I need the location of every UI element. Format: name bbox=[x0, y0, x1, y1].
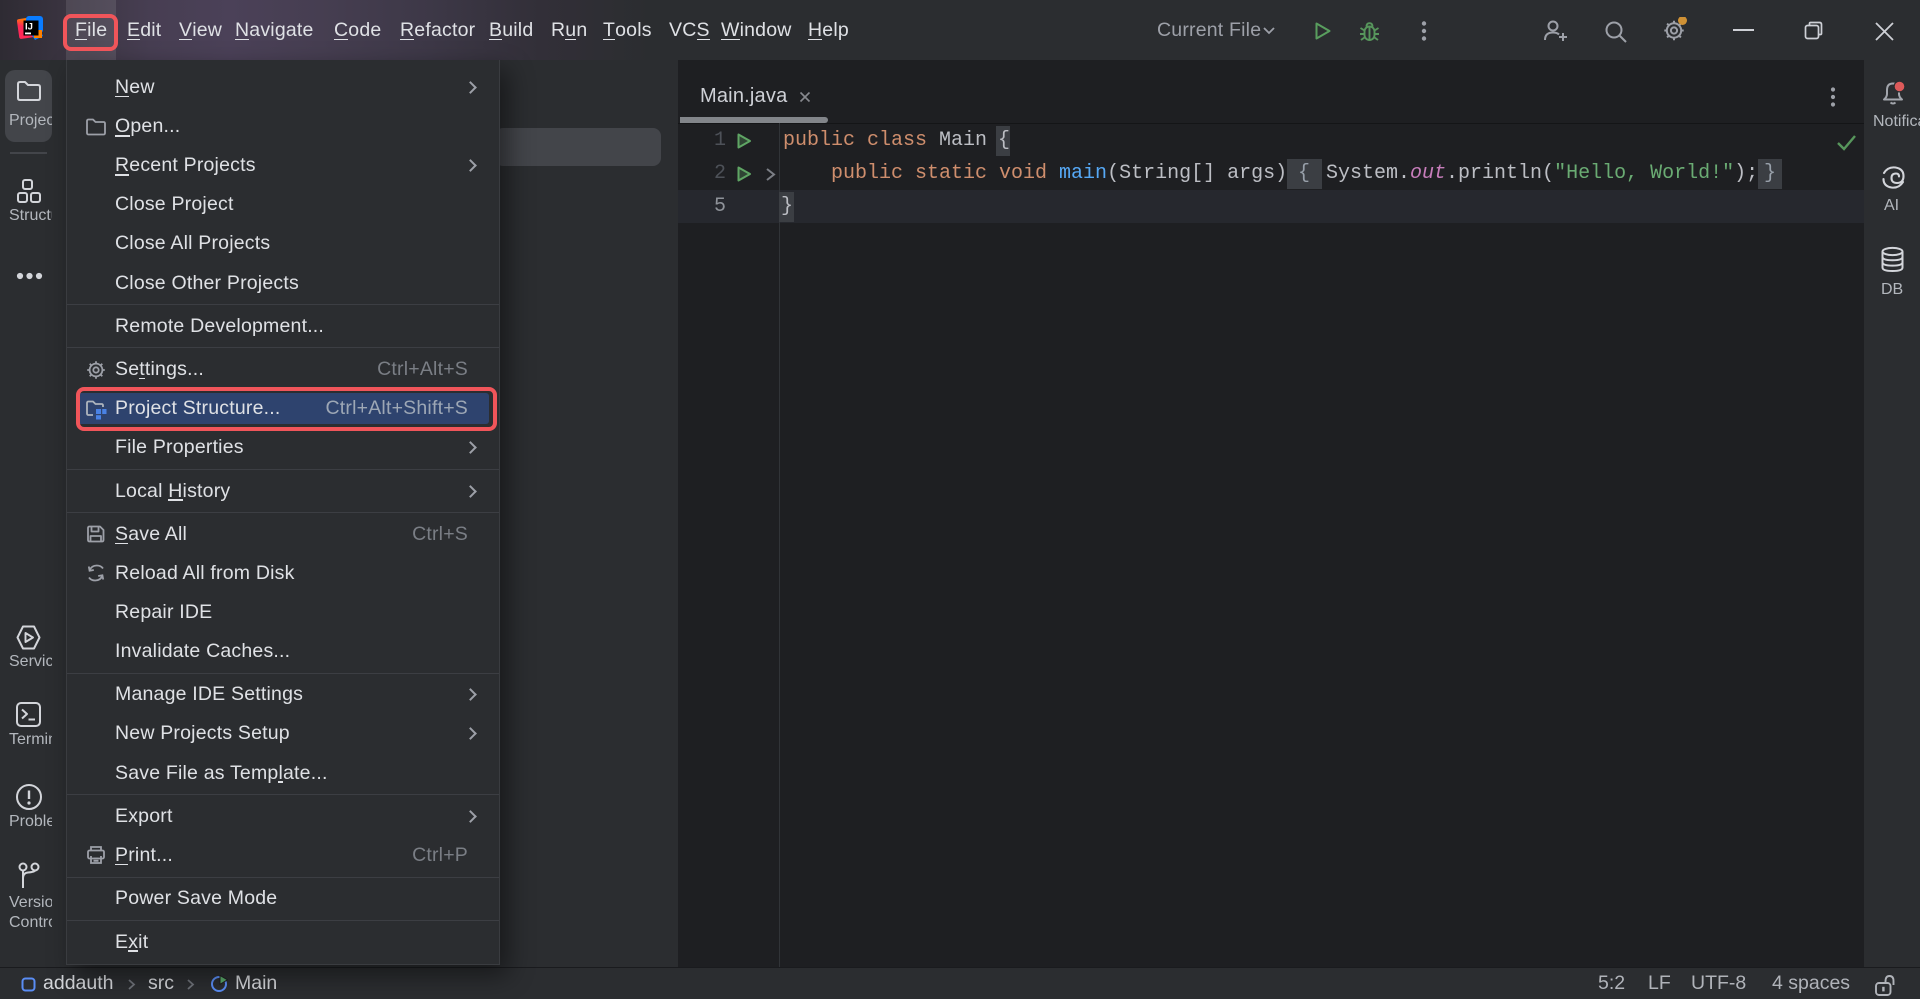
svg-text:IJ: IJ bbox=[25, 22, 33, 33]
